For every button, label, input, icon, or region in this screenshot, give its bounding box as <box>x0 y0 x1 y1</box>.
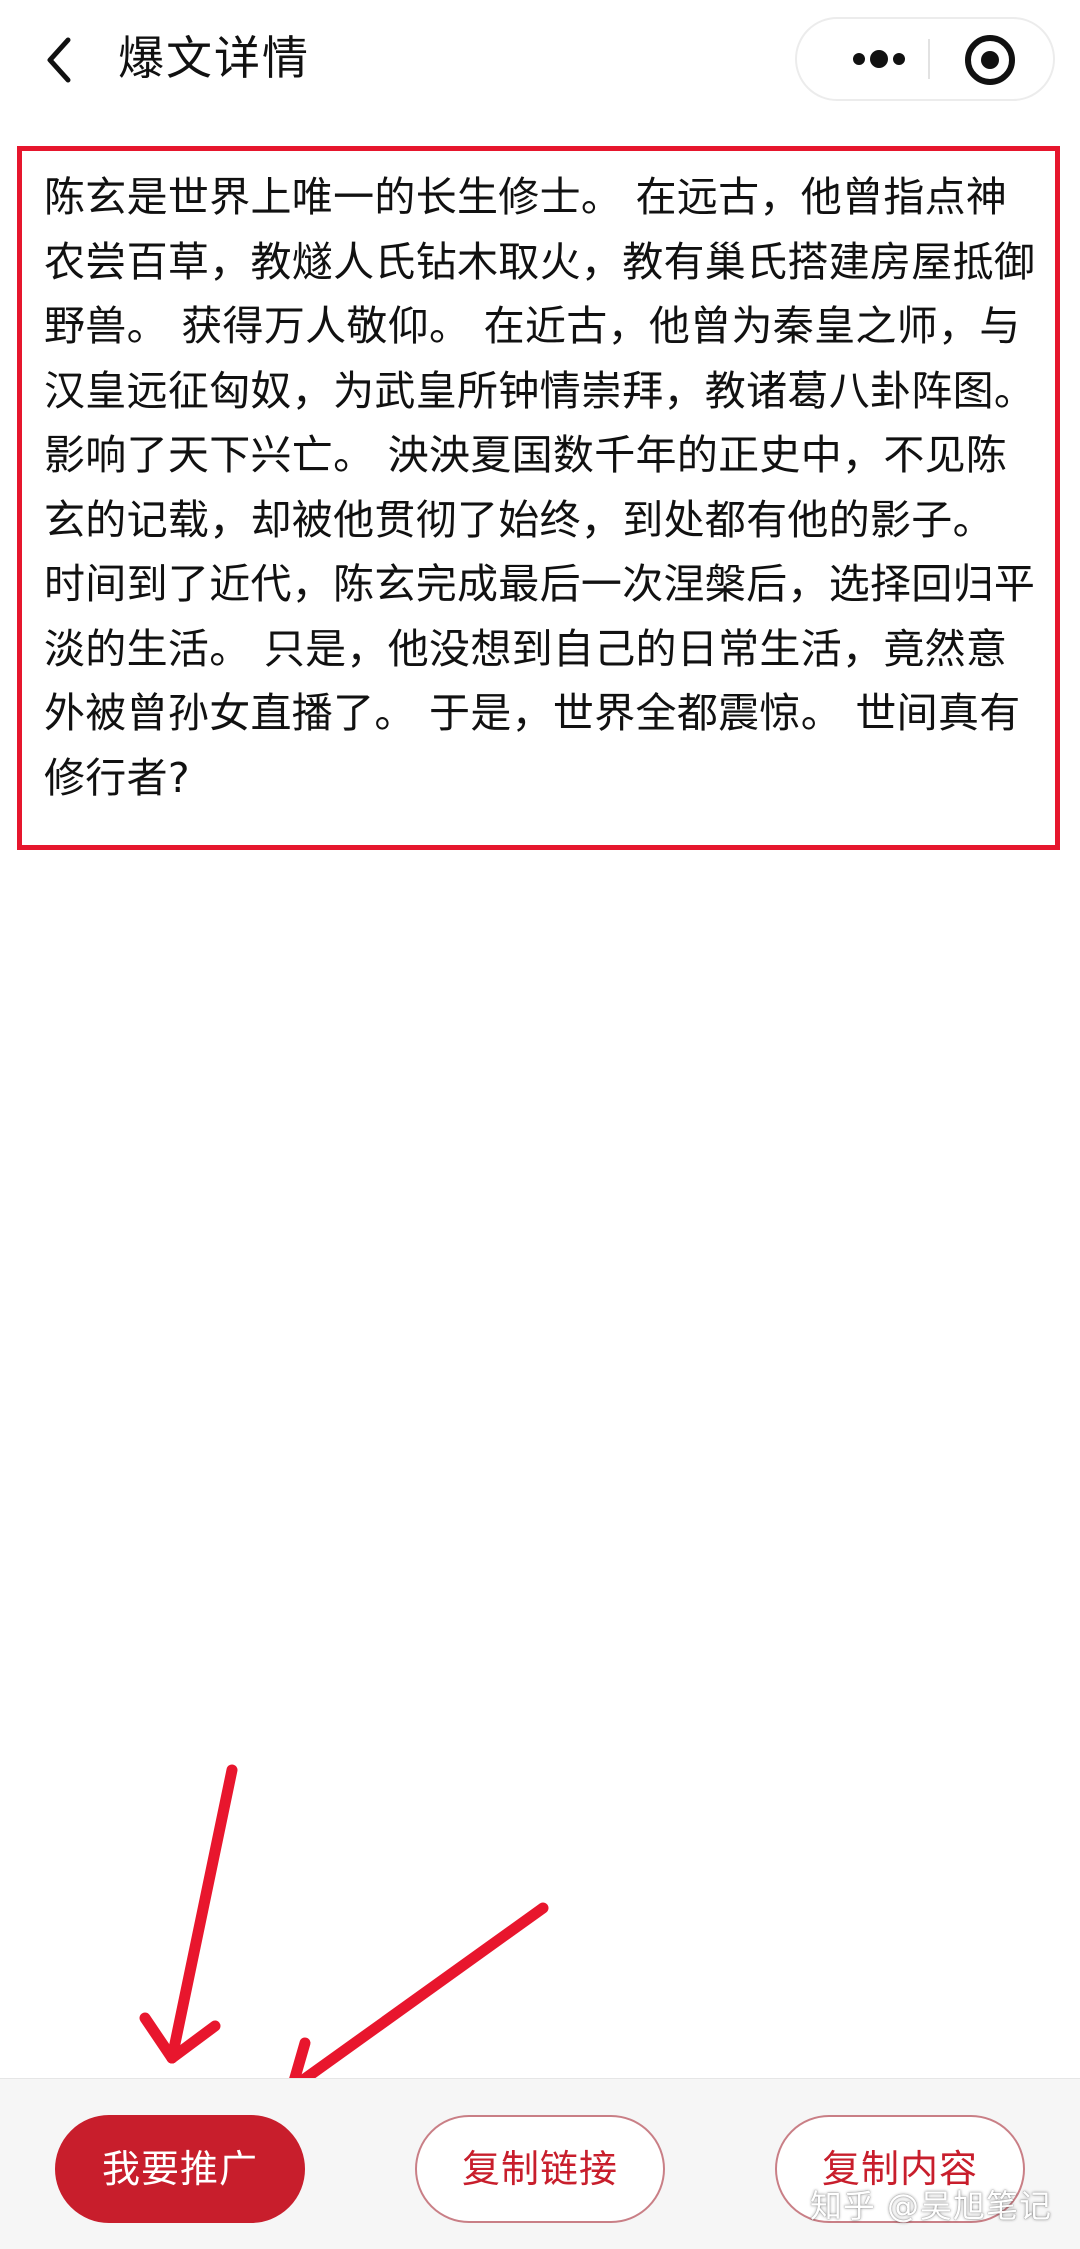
bottom-action-bar: 我要推广 复制链接 复制内容 知乎 @吴旭笔记 <box>0 2078 1080 2249</box>
promote-button[interactable]: 我要推广 <box>55 2115 305 2223</box>
capsule-divider <box>928 39 930 79</box>
page: 爆文详情 陈玄是世界上唯一的长生修士。 在远古，他曾指点神农尝百草，教燧人氏钻木… <box>0 0 1080 2249</box>
article-content-box: 陈玄是世界上唯一的长生修士。 在远古，他曾指点神农尝百草，教燧人氏钻木取火，教有… <box>17 146 1060 850</box>
page-title: 爆文详情 <box>118 31 310 85</box>
annotation-arrows <box>139 1764 549 2098</box>
header-bar: 爆文详情 <box>0 0 1080 125</box>
article-text: 陈玄是世界上唯一的长生修士。 在远古，他曾指点神农尝百草，教燧人氏钻木取火，教有… <box>44 173 1036 802</box>
watermark-text: 知乎 @吴旭笔记 <box>809 2187 1052 2225</box>
mini-program-capsule <box>795 17 1055 101</box>
more-dots-icon <box>853 50 905 68</box>
chevron-left-icon <box>47 37 71 83</box>
arrow-1-head-left <box>139 2012 178 2064</box>
close-button[interactable] <box>962 32 1018 88</box>
arrow-2-shaft <box>286 1902 549 2094</box>
copy-link-button[interactable]: 复制链接 <box>415 2115 665 2223</box>
arrow-1-shaft <box>166 1764 238 2064</box>
arrow-1-head-right <box>166 2020 221 2064</box>
back-button[interactable] <box>40 30 80 90</box>
more-button[interactable] <box>827 19 927 99</box>
target-close-icon <box>965 35 1015 85</box>
